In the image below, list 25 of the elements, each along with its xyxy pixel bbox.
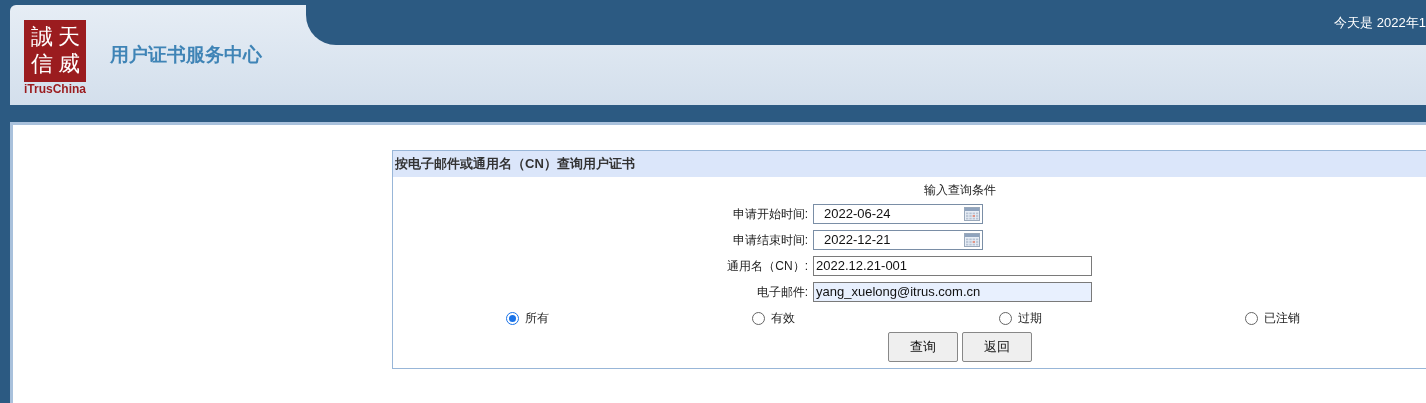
field-label: 申请结束时间:: [731, 232, 809, 249]
status-radio[interactable]: 所有: [506, 308, 549, 328]
date-text: 今天是 2022年1: [1334, 13, 1426, 32]
panel-subtitle: 输入查询条件: [923, 182, 997, 199]
calendar-icon[interactable]: [964, 207, 980, 221]
calendar-icon[interactable]: [964, 233, 980, 247]
action-button[interactable]: 返回: [962, 332, 1032, 362]
action-button[interactable]: 查询: [888, 332, 958, 362]
field-label: 申请开始时间:: [731, 206, 809, 223]
date-field[interactable]: 2022-12-21: [813, 230, 983, 250]
text-field[interactable]: yang_xuelong@itrus.com.cn: [813, 282, 1092, 302]
logo-brand: iTrusChina: [24, 81, 86, 97]
logo-character: 誠: [30, 26, 53, 48]
status-radio[interactable]: 过期: [998, 308, 1042, 328]
text-field[interactable]: 2022.12.21-001: [813, 256, 1092, 276]
logo-character: 威: [57, 53, 80, 75]
site-title: 用户证书服务中心: [110, 42, 262, 67]
logo-character: 天: [57, 26, 80, 48]
field-label: 电子邮件:: [755, 284, 809, 301]
logo-character: 信: [30, 53, 53, 75]
status-radio[interactable]: 已注销: [1244, 308, 1300, 328]
date-field[interactable]: 2022-06-24: [813, 204, 983, 224]
panel-title: 按电子邮件或通用名（CN）查询用户证书: [395, 155, 635, 174]
field-label: 通用名（CN）:: [726, 258, 809, 275]
status-radio[interactable]: 有效: [752, 308, 796, 328]
